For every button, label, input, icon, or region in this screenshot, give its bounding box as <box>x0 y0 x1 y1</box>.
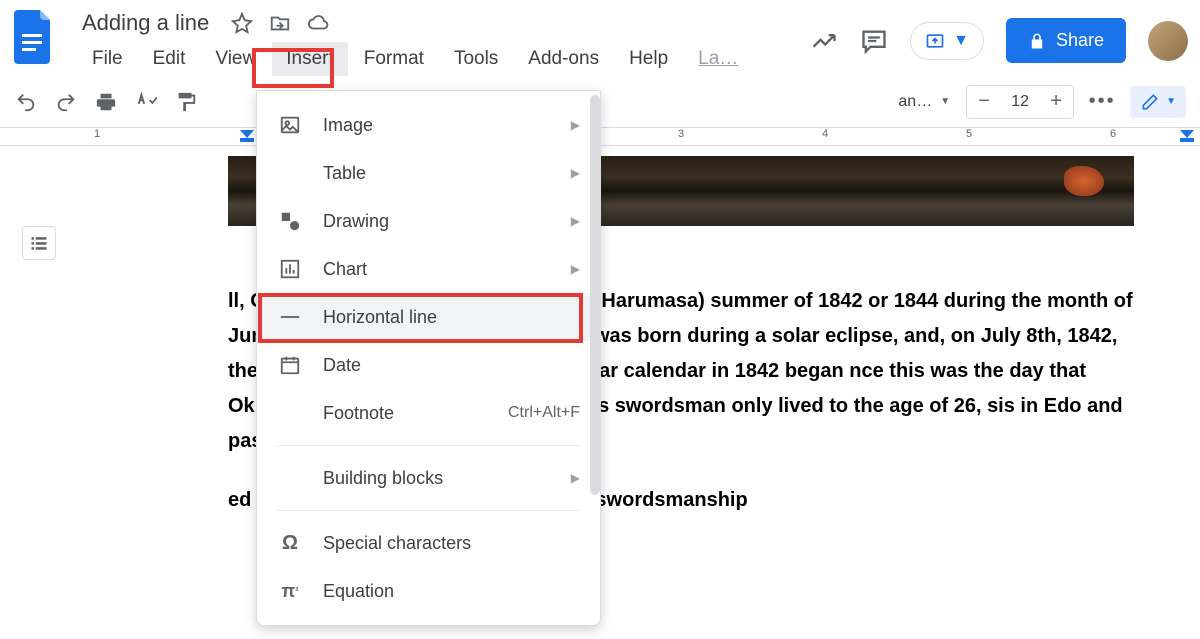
menu-divider <box>277 510 580 511</box>
menu-item-date[interactable]: Date <box>257 341 600 389</box>
menu-insert[interactable]: Insert <box>272 42 348 76</box>
right-indent-marker[interactable] <box>1180 130 1194 144</box>
undo-button[interactable] <box>14 90 38 114</box>
ruler-mark: 4 <box>822 128 828 140</box>
trending-icon[interactable] <box>810 27 838 55</box>
ruler-mark: 1 <box>94 128 100 140</box>
more-toolbar-icon[interactable]: ••• <box>1090 90 1114 114</box>
pi-icon: π² <box>277 578 303 604</box>
chevron-down-icon: ▼ <box>1166 96 1176 107</box>
submenu-arrow-icon: ▶ <box>571 214 580 228</box>
spellcheck-button[interactable] <box>134 90 158 114</box>
ruler-mark: 5 <box>966 128 972 140</box>
menu-format[interactable]: Format <box>350 42 438 76</box>
font-select[interactable]: an… ▼ <box>898 93 950 111</box>
menu-item-footnote[interactable]: Footnote Ctrl+Alt+F <box>257 389 600 437</box>
menu-help[interactable]: Help <box>615 42 682 76</box>
menu-view[interactable]: View <box>201 42 270 76</box>
redo-button[interactable] <box>54 90 78 114</box>
editing-mode-button[interactable]: ▼ <box>1130 86 1186 118</box>
docs-logo-icon[interactable] <box>12 8 56 64</box>
menu-item-image[interactable]: Image ▶ <box>257 101 600 149</box>
menu-item-chart[interactable]: Chart ▶ <box>257 245 600 293</box>
cloud-icon[interactable] <box>307 12 329 34</box>
calendar-icon <box>277 352 303 378</box>
insert-menu-dropdown: Image ▶ Table ▶ Drawing ▶ Chart ▶ Horizo… <box>256 90 601 626</box>
font-size-value[interactable]: 12 <box>1001 93 1039 111</box>
paint-format-button[interactable] <box>174 90 198 114</box>
menu-last-edit[interactable]: La… <box>684 42 752 76</box>
menu-item-building-blocks[interactable]: Building blocks ▶ <box>257 454 600 502</box>
font-size-decrease[interactable]: − <box>967 86 1001 118</box>
drawing-icon <box>277 208 303 234</box>
menu-tools[interactable]: Tools <box>440 42 512 76</box>
print-button[interactable] <box>94 90 118 114</box>
image-icon <box>277 112 303 138</box>
menu-item-table[interactable]: Table ▶ <box>257 149 600 197</box>
font-size-control: − 12 + <box>966 85 1074 119</box>
submenu-arrow-icon: ▶ <box>571 118 580 132</box>
omega-icon: Ω <box>277 530 303 556</box>
avatar[interactable] <box>1148 21 1188 61</box>
horizontal-line-icon <box>277 304 303 330</box>
star-icon[interactable] <box>231 12 253 34</box>
share-label: Share <box>1056 30 1104 51</box>
comment-icon[interactable] <box>860 27 888 55</box>
menu-file[interactable]: File <box>78 42 137 76</box>
chart-icon <box>277 256 303 282</box>
menu-addons[interactable]: Add-ons <box>514 42 613 76</box>
shortcut-label: Ctrl+Alt+F <box>508 404 580 422</box>
submenu-arrow-icon: ▶ <box>571 166 580 180</box>
menu-divider <box>277 445 580 446</box>
font-size-increase[interactable]: + <box>1039 86 1073 118</box>
chevron-down-icon: ▼ <box>953 32 969 50</box>
left-indent-marker[interactable] <box>240 130 254 144</box>
scrollbar-thumb[interactable] <box>590 95 600 495</box>
menubar: File Edit View Insert Format Tools Add-o… <box>78 42 810 76</box>
share-button[interactable]: Share <box>1006 18 1126 63</box>
submenu-arrow-icon: ▶ <box>571 471 580 485</box>
menu-item-horizontal-line[interactable]: Horizontal line <box>257 293 600 341</box>
submenu-arrow-icon: ▶ <box>571 262 580 276</box>
ruler-mark: 3 <box>678 128 684 140</box>
chevron-down-icon: ▼ <box>940 96 950 107</box>
menu-item-equation[interactable]: π² Equation <box>257 567 600 615</box>
move-icon[interactable] <box>269 12 291 34</box>
ruler-mark: 6 <box>1110 128 1116 140</box>
present-button[interactable]: ▼ <box>910 22 984 60</box>
menu-item-special-characters[interactable]: Ω Special characters <box>257 519 600 567</box>
document-title[interactable]: Adding a line <box>78 8 213 38</box>
menu-item-drawing[interactable]: Drawing ▶ <box>257 197 600 245</box>
menu-edit[interactable]: Edit <box>139 42 200 76</box>
